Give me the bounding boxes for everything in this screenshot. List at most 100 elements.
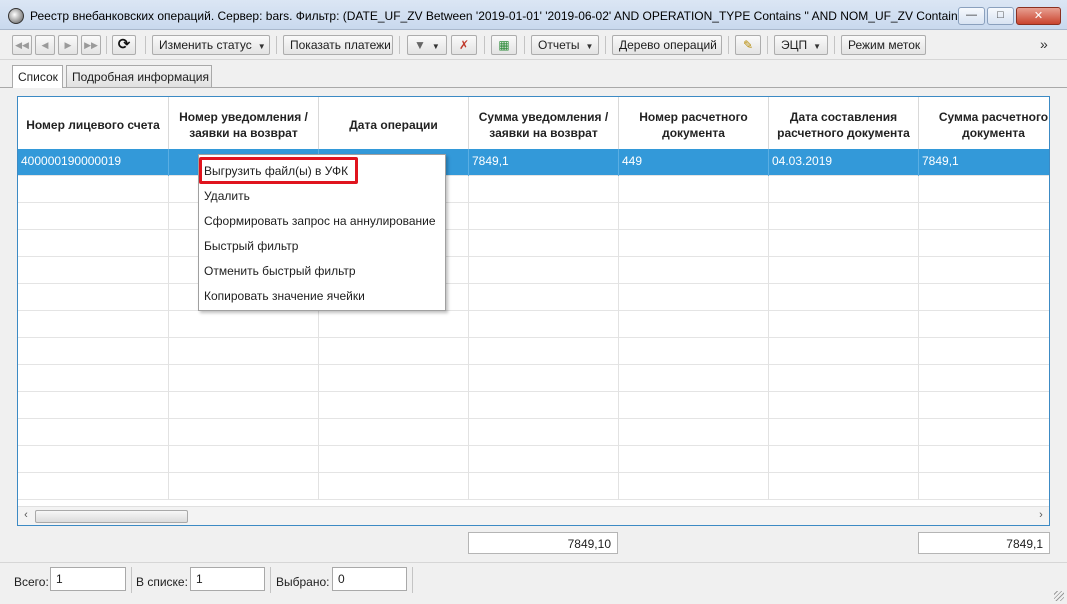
cell-account[interactable]: 400000190000019 bbox=[18, 149, 169, 176]
sign-button[interactable]: ✎ bbox=[735, 35, 761, 55]
table-cell-empty[interactable] bbox=[619, 203, 769, 230]
table-cell-empty[interactable] bbox=[919, 419, 1049, 446]
filter-button[interactable]: ▼ ▼ bbox=[407, 35, 447, 55]
table-cell-empty[interactable] bbox=[18, 284, 169, 311]
table-cell-empty[interactable] bbox=[769, 203, 919, 230]
scroll-thumb[interactable] bbox=[35, 510, 188, 523]
table-cell-empty[interactable] bbox=[469, 473, 619, 500]
maximize-button[interactable]: □ bbox=[987, 7, 1014, 25]
table-cell-empty[interactable] bbox=[319, 419, 469, 446]
table-row-empty[interactable] bbox=[18, 392, 1049, 419]
table-row-empty[interactable] bbox=[18, 419, 1049, 446]
table-cell-empty[interactable] bbox=[769, 473, 919, 500]
table-row-empty[interactable] bbox=[18, 311, 1049, 338]
table-cell-empty[interactable] bbox=[769, 446, 919, 473]
overflow-icon[interactable]: » bbox=[1040, 36, 1048, 52]
export-excel-button[interactable]: ▦ bbox=[491, 35, 517, 55]
table-cell-empty[interactable] bbox=[619, 257, 769, 284]
nav-prev-button[interactable]: ◀ bbox=[35, 35, 55, 55]
table-cell-empty[interactable] bbox=[919, 338, 1049, 365]
table-cell-empty[interactable] bbox=[319, 338, 469, 365]
table-cell-empty[interactable] bbox=[469, 176, 619, 203]
table-cell-empty[interactable] bbox=[469, 365, 619, 392]
table-cell-empty[interactable] bbox=[169, 338, 319, 365]
table-cell-empty[interactable] bbox=[619, 446, 769, 473]
column-header[interactable]: Дата операции bbox=[319, 97, 469, 153]
table-cell-empty[interactable] bbox=[769, 284, 919, 311]
refresh-button[interactable]: ⟳ bbox=[112, 35, 136, 55]
table-cell-empty[interactable] bbox=[619, 176, 769, 203]
table-cell-empty[interactable] bbox=[18, 446, 169, 473]
table-cell-empty[interactable] bbox=[469, 392, 619, 419]
table-row-empty[interactable] bbox=[18, 365, 1049, 392]
ecp-button[interactable]: ЭЦП ▼ bbox=[774, 35, 828, 55]
table-cell-empty[interactable] bbox=[319, 365, 469, 392]
table-cell-empty[interactable] bbox=[18, 365, 169, 392]
table-cell-empty[interactable] bbox=[769, 176, 919, 203]
table-cell-empty[interactable] bbox=[919, 284, 1049, 311]
table-row-empty[interactable] bbox=[18, 446, 1049, 473]
table-cell-empty[interactable] bbox=[619, 230, 769, 257]
table-cell-empty[interactable] bbox=[469, 284, 619, 311]
table-cell-empty[interactable] bbox=[619, 311, 769, 338]
cell-notice-sum[interactable]: 7849,1 bbox=[469, 149, 619, 176]
tab-details[interactable]: Подробная информация bbox=[66, 65, 212, 87]
table-cell-empty[interactable] bbox=[769, 338, 919, 365]
table-cell-empty[interactable] bbox=[619, 392, 769, 419]
nav-first-button[interactable]: ◀◀ bbox=[12, 35, 32, 55]
table-cell-empty[interactable] bbox=[919, 176, 1049, 203]
menu-item-delete[interactable]: Удалить bbox=[204, 185, 250, 208]
change-status-button[interactable]: Изменить статус ▼ bbox=[152, 35, 270, 55]
table-cell-empty[interactable] bbox=[319, 473, 469, 500]
table-cell-empty[interactable] bbox=[18, 311, 169, 338]
table-cell-empty[interactable] bbox=[769, 419, 919, 446]
cell-doc-date[interactable]: 04.03.2019 bbox=[769, 149, 919, 176]
marks-mode-button[interactable]: Режим меток bbox=[841, 35, 926, 55]
nav-next-button[interactable]: ▶ bbox=[58, 35, 78, 55]
table-cell-empty[interactable] bbox=[469, 419, 619, 446]
column-header[interactable]: Сумма расчетного документа bbox=[919, 97, 1049, 153]
table-cell-empty[interactable] bbox=[18, 473, 169, 500]
table-cell-empty[interactable] bbox=[169, 419, 319, 446]
column-header[interactable]: Номер уведомления / заявки на возврат bbox=[169, 97, 319, 153]
table-cell-empty[interactable] bbox=[469, 203, 619, 230]
table-cell-empty[interactable] bbox=[18, 176, 169, 203]
table-cell-empty[interactable] bbox=[469, 338, 619, 365]
table-cell-empty[interactable] bbox=[769, 257, 919, 284]
table-cell-empty[interactable] bbox=[319, 446, 469, 473]
table-cell-empty[interactable] bbox=[919, 365, 1049, 392]
table-cell-empty[interactable] bbox=[769, 230, 919, 257]
table-cell-empty[interactable] bbox=[18, 230, 169, 257]
show-payments-button[interactable]: Показать платежи bbox=[283, 35, 393, 55]
table-cell-empty[interactable] bbox=[18, 392, 169, 419]
table-cell-empty[interactable] bbox=[619, 284, 769, 311]
table-cell-empty[interactable] bbox=[469, 230, 619, 257]
table-cell-empty[interactable] bbox=[919, 230, 1049, 257]
table-cell-empty[interactable] bbox=[919, 311, 1049, 338]
table-cell-empty[interactable] bbox=[919, 446, 1049, 473]
scroll-left-icon[interactable]: ‹ bbox=[20, 509, 32, 523]
horizontal-scrollbar[interactable]: ‹ › bbox=[18, 506, 1049, 525]
cell-doc-sum[interactable]: 7849,1 bbox=[919, 149, 1049, 176]
table-cell-empty[interactable] bbox=[169, 446, 319, 473]
table-cell-empty[interactable] bbox=[18, 203, 169, 230]
table-row-empty[interactable] bbox=[18, 473, 1049, 500]
menu-item-cancel-quick-filter[interactable]: Отменить быстрый фильтр bbox=[204, 260, 356, 283]
table-cell-empty[interactable] bbox=[919, 392, 1049, 419]
close-button[interactable]: ✕ bbox=[1016, 7, 1061, 25]
table-cell-empty[interactable] bbox=[769, 392, 919, 419]
column-header[interactable]: Сумма уведомления / заявки на возврат bbox=[469, 97, 619, 153]
table-cell-empty[interactable] bbox=[619, 419, 769, 446]
tab-list[interactable]: Список bbox=[12, 65, 63, 88]
resize-grip-icon[interactable] bbox=[1054, 591, 1064, 601]
table-row-empty[interactable] bbox=[18, 257, 1049, 284]
table-cell-empty[interactable] bbox=[919, 257, 1049, 284]
table-cell-empty[interactable] bbox=[469, 257, 619, 284]
minimize-button[interactable]: — bbox=[958, 7, 985, 25]
operations-tree-button[interactable]: Дерево операций bbox=[612, 35, 722, 55]
menu-item-copy-cell[interactable]: Копировать значение ячейки bbox=[204, 285, 365, 308]
table-cell-empty[interactable] bbox=[18, 257, 169, 284]
table-cell-empty[interactable] bbox=[619, 338, 769, 365]
table-cell-empty[interactable] bbox=[18, 419, 169, 446]
table-cell-empty[interactable] bbox=[919, 473, 1049, 500]
